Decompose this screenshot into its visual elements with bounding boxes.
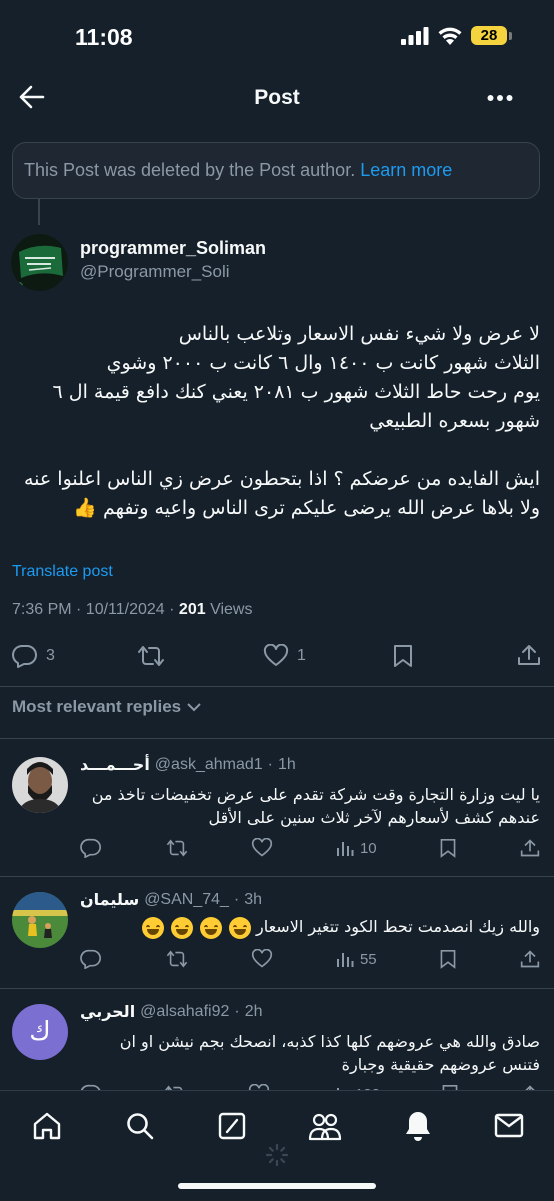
repost-icon	[138, 646, 164, 666]
reply-author-name[interactable]: أحـــمـــد	[80, 755, 150, 774]
reply-time: 3h	[244, 890, 263, 908]
home-icon[interactable]	[32, 1111, 62, 1141]
reply-author-handle[interactable]: @alsahafi92	[140, 1003, 229, 1021]
reply-count: 3	[46, 647, 55, 664]
communities-icon[interactable]	[308, 1110, 342, 1142]
repost-icon[interactable]	[165, 838, 189, 858]
home-indicator	[178, 1183, 376, 1189]
views-label: Views	[205, 601, 253, 618]
deleted-notice-text: This Post was deleted by the Post author…	[24, 160, 356, 180]
post-body: لا عرض ولا شيء نفس الاسعار وتلاعب بالناس…	[24, 323, 540, 519]
reply-views-count: 10	[359, 839, 377, 857]
wifi-icon	[438, 27, 462, 45]
divider	[0, 738, 554, 739]
reply-avatar[interactable]	[12, 892, 68, 948]
reply-avatar[interactable]: ك	[12, 1004, 68, 1060]
reply-icon[interactable]	[80, 838, 102, 858]
laughing-emoji-icon	[199, 916, 222, 939]
reply-text-row: والله زيك انصدمت تحط الكود تتغير الاسعار	[80, 915, 540, 939]
thread-line	[38, 199, 40, 225]
share-icon[interactable]	[520, 949, 540, 969]
reply-views[interactable]: 55	[336, 950, 377, 968]
reply-time: 2h	[244, 1002, 263, 1020]
battery-icon	[509, 31, 512, 40]
separator: ·	[233, 890, 240, 908]
search-icon[interactable]	[125, 1111, 155, 1141]
reply-actions: 55	[80, 949, 540, 969]
deleted-post-notice: This Post was deleted by the Post author…	[12, 142, 540, 199]
post-meta: 7:36 PM · 10/11/2024 · 201 Views	[12, 601, 252, 619]
reply-button[interactable]: 3	[12, 644, 55, 668]
like-button[interactable]: 1	[263, 644, 306, 668]
heart-icon[interactable]	[251, 838, 273, 858]
saudi-flag-avatar-icon	[11, 234, 68, 291]
heart-icon[interactable]	[251, 949, 273, 969]
bookmark-icon	[394, 645, 412, 667]
post-timestamp: 7:36 PM · 10/11/2024 ·	[12, 601, 179, 618]
battery-level: 28	[471, 26, 507, 45]
divider	[0, 686, 554, 687]
like-count: 1	[297, 647, 306, 664]
football-avatar-icon	[12, 892, 68, 948]
reply-views-count: 55	[359, 950, 377, 968]
reply-author-name[interactable]: سليمان	[80, 890, 139, 909]
laughing-emoji-icon	[141, 916, 164, 939]
notifications-icon[interactable]	[403, 1110, 433, 1142]
grok-icon[interactable]	[217, 1111, 247, 1141]
person-avatar-icon	[12, 757, 68, 813]
reply-avatar[interactable]	[12, 757, 68, 813]
repost-icon[interactable]	[165, 949, 189, 969]
heart-icon	[263, 644, 289, 666]
reply-author-handle[interactable]: @ask_ahmad1	[155, 756, 263, 774]
loading-spinner-icon	[265, 1143, 289, 1167]
author-handle[interactable]: @Programmer_Soli	[80, 262, 230, 282]
laughing-emoji-icon	[170, 916, 193, 939]
reply-actions: 10	[80, 838, 540, 858]
reply-text: صادق والله هي عروضهم كلها كذا كذبه، انصح…	[119, 1032, 540, 1074]
chevron-down-icon	[187, 702, 201, 711]
status-time: 11:08	[75, 24, 133, 50]
views-count: 201	[178, 601, 206, 618]
bookmark-icon[interactable]	[439, 949, 457, 969]
laughing-emoji-icon	[228, 916, 251, 939]
replies-sort-label: Most relevant replies	[12, 697, 182, 716]
divider	[0, 988, 554, 989]
translate-post-link[interactable]: Translate post	[12, 563, 113, 581]
replies-sort-dropdown[interactable]: Most relevant replies	[12, 697, 201, 717]
views-icon	[336, 842, 354, 856]
reply-author-name[interactable]: الحربي	[80, 1002, 135, 1021]
signal-icon	[401, 26, 429, 45]
page-title: Post	[254, 86, 300, 109]
more-options-icon[interactable]	[487, 94, 513, 102]
author-display-name[interactable]: programmer_Soliman	[80, 238, 266, 259]
reply-text: والله زيك انصدمت تحط الكود تتغير الاسعار	[255, 917, 540, 936]
separator: ·	[267, 755, 273, 773]
learn-more-link[interactable]: Learn more	[360, 160, 452, 181]
messages-icon[interactable]	[494, 1112, 524, 1140]
reply-text: يا ليت وزارة التجارة وقت شركة تقدم على ع…	[91, 785, 540, 827]
share-icon	[518, 645, 540, 665]
bookmark-button[interactable]	[392, 644, 414, 668]
reply-header: سليمان @SAN_74_ · 3h	[80, 890, 262, 909]
bookmark-icon[interactable]	[439, 838, 457, 858]
reply-views[interactable]: 10	[336, 839, 377, 857]
views-icon	[336, 953, 354, 967]
reply-icon[interactable]	[80, 949, 102, 969]
reply-time: 1h	[277, 755, 296, 773]
repost-button[interactable]	[136, 644, 166, 668]
status-icons: 28	[401, 26, 512, 45]
separator: ·	[234, 1002, 240, 1020]
reply-icon	[12, 644, 37, 668]
reply-header: أحـــمـــد @ask_ahmad1 · 1h	[80, 755, 296, 774]
reply-header: الحربي @alsahafi92 · 2h	[80, 1002, 262, 1021]
divider	[0, 876, 554, 877]
share-icon[interactable]	[520, 838, 540, 858]
reply-author-handle[interactable]: @SAN_74_	[144, 891, 229, 909]
share-button[interactable]	[517, 643, 541, 667]
author-avatar[interactable]	[11, 234, 68, 291]
